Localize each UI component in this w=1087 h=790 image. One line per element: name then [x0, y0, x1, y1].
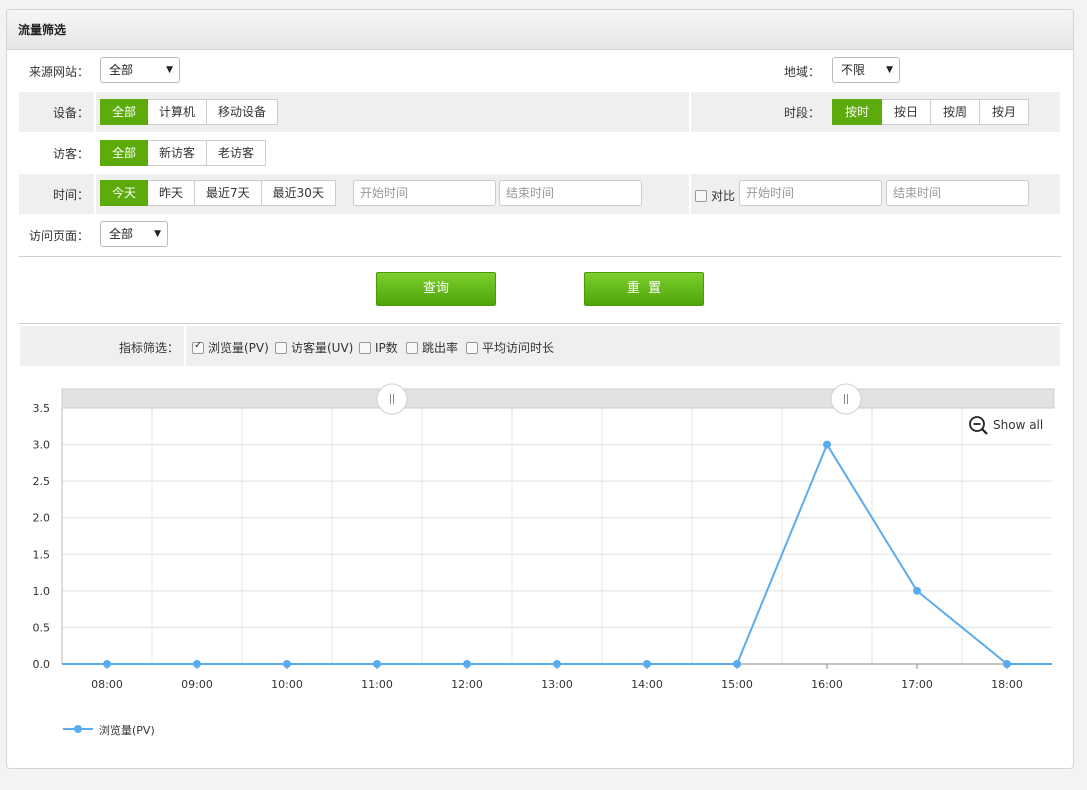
show-all-label: Show all — [993, 418, 1043, 432]
data-point[interactable] — [553, 660, 561, 668]
range-navigator-track[interactable] — [61, 388, 1055, 409]
zoom-out-icon — [969, 416, 988, 435]
data-point[interactable] — [733, 660, 741, 668]
y-tick-label: 1.5 — [33, 548, 51, 561]
x-tick-label: 14:00 — [631, 678, 663, 691]
data-point[interactable] — [823, 440, 831, 449]
line-chart: 0.0 0.5 1.0 1.5 2.0 2.5 3.0 3.5 08:00 09:00 10:00… — [33, 383, 1055, 737]
y-tick-label: 0.5 — [33, 621, 51, 634]
data-point[interactable] — [193, 660, 201, 668]
y-tick-label: 3.0 — [33, 439, 51, 452]
data-point[interactable] — [643, 660, 651, 668]
y-tick-label: 2.0 — [33, 512, 51, 525]
x-tick-label: 12:00 — [451, 678, 483, 691]
x-tick-label: 08:00 — [91, 678, 123, 691]
y-tick-label: 0.0 — [33, 658, 51, 671]
show-all-button[interactable]: Show all — [969, 416, 1043, 435]
data-point[interactable] — [283, 660, 291, 668]
range-handle-right[interactable] — [830, 383, 862, 415]
x-tick-label: 15:00 — [721, 678, 753, 691]
data-point[interactable] — [1003, 660, 1011, 668]
x-tick-label: 13:00 — [541, 678, 573, 691]
x-tick-label: 10:00 — [271, 678, 303, 691]
data-point[interactable] — [373, 660, 381, 668]
legend-label: 浏览量(PV) — [99, 723, 155, 737]
data-point[interactable] — [463, 660, 471, 668]
x-tick-label: 18:00 — [991, 678, 1023, 691]
y-tick-label: 1.0 — [33, 585, 51, 598]
y-axis: 0.0 0.5 1.0 1.5 2.0 2.5 3.0 3.5 — [33, 402, 63, 671]
x-axis: 08:00 09:00 10:00 11:00 12:00 13:00 14:00 15:00… — [62, 663, 1052, 691]
x-tick-label: 16:00 — [811, 678, 843, 691]
y-tick-label: 3.5 — [33, 402, 51, 415]
y-tick-label: 2.5 — [33, 475, 51, 488]
data-point[interactable] — [913, 586, 921, 595]
data-point[interactable] — [103, 660, 111, 668]
range-handle-left[interactable] — [376, 383, 408, 415]
x-tick-label: 09:00 — [181, 678, 213, 691]
legend-marker — [74, 725, 82, 733]
x-tick-label: 11:00 — [361, 678, 393, 691]
legend[interactable]: 浏览量(PV) — [63, 723, 155, 737]
x-tick-label: 17:00 — [901, 678, 933, 691]
chart-grid — [62, 407, 1052, 664]
